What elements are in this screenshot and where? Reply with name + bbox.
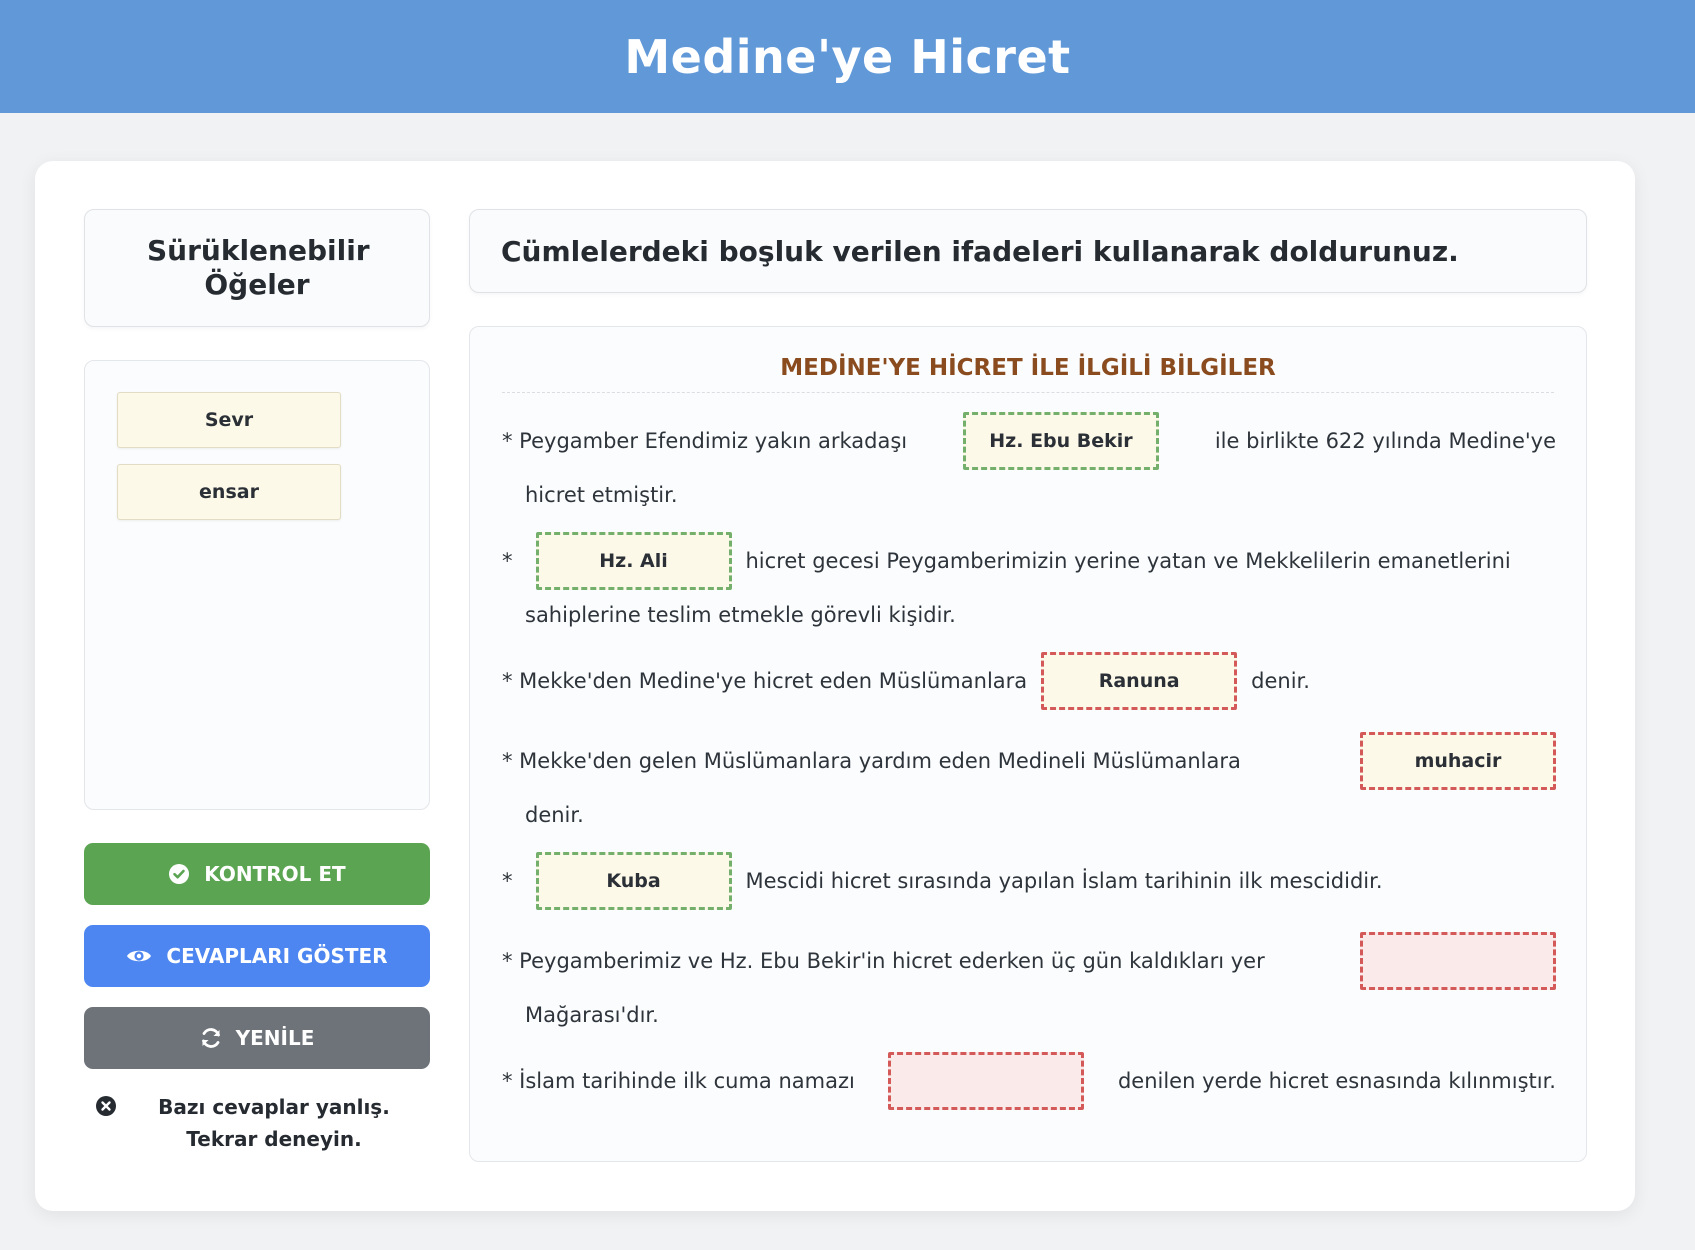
sentence-4: * Mekke'den gelen Müslümanlara yardım ed… (502, 732, 1556, 827)
drop-zone-1[interactable]: Hz. Ebu Bekir (962, 412, 1159, 470)
app-header: Medine'ye Hicret (0, 0, 1695, 113)
exercise-content: MEDİNE'YE HİCRET İLE İLGİLİ BİLGİLER * P… (469, 326, 1587, 1162)
status-message: Bazı cevaplar yanlış. Tekrar deneyin. (84, 1091, 430, 1155)
drop-zone-5[interactable]: Kuba (535, 852, 732, 910)
check-circle-icon (169, 864, 190, 884)
section-title: MEDİNE'YE HİCRET İLE İLGİLİ BİLGİLER (502, 347, 1554, 393)
eye-icon (127, 950, 152, 962)
drop-zone-4[interactable]: muhacir (1360, 732, 1556, 790)
left-panel: Sürüklenebilir Öğeler Sevr ensar KONTROL… (84, 209, 430, 1155)
draggable-item-ensar[interactable]: ensar (117, 464, 341, 520)
sentence-3: * Mekke'den Medine'ye hicret eden Müslüm… (502, 652, 1556, 710)
draggable-items-container: Sevr ensar (84, 360, 430, 810)
check-button[interactable]: KONTROL ET (84, 843, 430, 905)
drop-zone-2[interactable]: Hz. Ali (535, 532, 732, 590)
right-panel: Cümlelerdeki boşluk verilen ifadeleri ku… (469, 209, 1587, 1162)
show-answers-button[interactable]: CEVAPLARI GÖSTER (84, 925, 430, 987)
draggable-item-sevr[interactable]: Sevr (117, 392, 341, 448)
drop-zone-6[interactable] (1360, 932, 1556, 990)
drop-zone-3[interactable]: Ranuna (1041, 652, 1238, 710)
main-card: Sürüklenebilir Öğeler Sevr ensar KONTROL… (35, 161, 1635, 1211)
draggable-items-title: Sürüklenebilir Öğeler (84, 209, 430, 327)
refresh-icon (201, 1028, 220, 1048)
reset-button[interactable]: YENİLE (84, 1007, 430, 1069)
instruction-text: Cümlelerdeki boşluk verilen ifadeleri ku… (469, 209, 1587, 293)
sentence-1: * Peygamber Efendimiz yakın arkadaşı Hz.… (502, 412, 1556, 507)
drop-zone-7[interactable] (888, 1052, 1085, 1110)
sentence-6: * Peygamberimiz ve Hz. Ebu Bekir'in hicr… (502, 932, 1556, 1027)
sentence-5: * Kuba Mescidi hicret sırasında yapılan … (502, 852, 1556, 910)
x-circle-icon (96, 1096, 116, 1116)
sentence-2: * Hz. Ali hicret gecesi Peygamberimizin … (502, 532, 1556, 627)
page-title: Medine'ye Hicret (624, 29, 1071, 84)
sentence-7: * İslam tarihinde ilk cuma namazı denile… (502, 1052, 1556, 1110)
